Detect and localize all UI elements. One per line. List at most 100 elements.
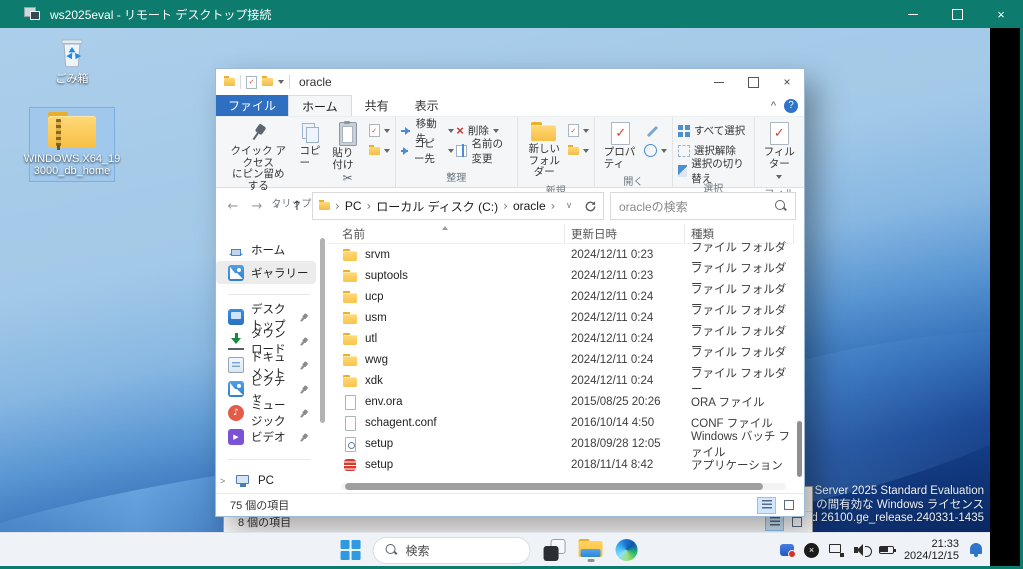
- up-button[interactable]: ↑: [288, 199, 306, 214]
- sidebar-item-pc[interactable]: > PC: [216, 470, 316, 493]
- select-all-button[interactable]: すべて選択: [678, 122, 749, 139]
- oracle-zip-desktop-icon[interactable]: WINDOWS.X64_19 3000_db_home: [30, 108, 114, 181]
- ribbon-group-filter: ✓ フィル ター フィルター: [755, 117, 804, 187]
- search-input[interactable]: oracleの検索: [610, 192, 796, 220]
- recent-locations-button[interactable]: ∨: [272, 201, 282, 211]
- easy-access-button[interactable]: [568, 142, 589, 159]
- zip-folder-icon: [46, 112, 98, 150]
- rdp-close-button[interactable]: ×: [979, 0, 1023, 28]
- filter-button[interactable]: ✓ フィル ター: [760, 120, 799, 184]
- select-all-icon: [678, 125, 690, 137]
- notification-bell-icon[interactable]: [969, 542, 984, 558]
- sidebar-divider: [228, 294, 310, 295]
- details-view-toggle[interactable]: [757, 497, 776, 514]
- tray-status-x-icon[interactable]: ×: [804, 543, 819, 558]
- taskbar-clock[interactable]: 21:33 2024/12/15: [904, 538, 959, 563]
- volume-icon[interactable]: [854, 544, 869, 557]
- edge-browser-button[interactable]: [616, 539, 638, 561]
- rdp-maximize-button[interactable]: [935, 0, 979, 28]
- network-icon[interactable]: [829, 544, 844, 557]
- minimize-button[interactable]: [702, 69, 736, 95]
- search-icon: [775, 200, 787, 212]
- cut-icon[interactable]: ✂: [342, 173, 352, 185]
- taskbar-search-placeholder: 検索: [406, 542, 430, 559]
- recycle-bin-desktop-icon[interactable]: ごみ箱: [32, 34, 112, 85]
- help-icon[interactable]: ?: [784, 99, 798, 113]
- paste-shortcut-button[interactable]: [369, 142, 390, 159]
- ribbon-group-select: すべて選択 選択解除 選択の切り替え 選択: [673, 117, 755, 187]
- address-bar[interactable]: › PC › ローカル ディスク (C:) › oracle › ∨: [312, 192, 604, 220]
- sidebar-item[interactable]: ♪ ミュージック: [216, 401, 316, 425]
- explorer-app-icon: [224, 78, 235, 86]
- column-header-date[interactable]: 更新日時: [565, 224, 685, 243]
- file-row[interactable]: setup 2018/11/14 8:42 アプリケーション: [327, 454, 794, 475]
- address-toolbar: ← → ∨ ↑ › PC › ローカル ディスク (C:) › oracle ›…: [216, 188, 804, 224]
- tray-app-icon[interactable]: [780, 544, 794, 556]
- address-dropdown-icon[interactable]: ∨: [564, 201, 574, 211]
- chevron-expand-icon[interactable]: >: [220, 476, 228, 486]
- explorer-titlebar: ✓ oracle ×: [216, 69, 804, 95]
- horizontal-scrollbar[interactable]: [341, 483, 786, 490]
- collapse-ribbon-icon[interactable]: ^: [771, 100, 776, 112]
- start-button[interactable]: [341, 540, 361, 560]
- column-header-name[interactable]: 名前: [327, 224, 565, 243]
- thumbnail-view-toggle[interactable]: [779, 497, 798, 514]
- file-type-icon: [342, 310, 358, 326]
- sidebar-pinned-list: デスクトップ ダウンロード ドキュメント: [216, 305, 318, 449]
- pin-icon: [297, 359, 310, 372]
- taskbar-search[interactable]: 検索: [373, 537, 531, 564]
- file-type-icon: [342, 247, 358, 263]
- tab-home[interactable]: ホーム: [288, 95, 352, 116]
- rdp-titlebar: ws2025eval - リモート デスクトップ接続 ×: [0, 0, 1023, 28]
- back-button[interactable]: ←: [224, 199, 242, 214]
- edit-button[interactable]: [644, 122, 667, 139]
- invert-selection-button[interactable]: 選択の切り替え: [678, 162, 749, 179]
- new-folder-button[interactable]: 新しい フォルダー: [523, 120, 566, 181]
- tab-file[interactable]: ファイル: [216, 95, 288, 116]
- paste-button[interactable]: 貼り付け ✂: [328, 120, 366, 187]
- refresh-icon[interactable]: [584, 200, 597, 213]
- file-row[interactable]: xdk 2024/12/11 0:24 ファイル フォルダー: [327, 370, 794, 391]
- ribbon-group-new: 新しい フォルダー ✓ 新規: [518, 117, 595, 187]
- rdp-minimize-button[interactable]: [891, 0, 935, 28]
- recycle-bin-label: ごみ箱: [56, 73, 89, 85]
- copy-path-button[interactable]: ✓: [369, 122, 390, 139]
- breadcrumb-oracle[interactable]: oracle: [513, 199, 546, 213]
- new-folder-icon: [531, 122, 557, 142]
- sort-ascending-icon: [442, 223, 448, 230]
- clock-time: 21:33: [904, 538, 959, 551]
- battery-icon[interactable]: [879, 546, 894, 554]
- copy-to-button[interactable]: コピー先: [401, 142, 455, 159]
- close-button[interactable]: ×: [770, 69, 804, 95]
- history-button[interactable]: [644, 142, 667, 159]
- forward-button[interactable]: →: [248, 199, 266, 214]
- qat-customize-icon[interactable]: [278, 80, 284, 87]
- rdp-connection-icon: [24, 7, 40, 21]
- file-explorer-taskbar-button[interactable]: [579, 539, 604, 562]
- file-row[interactable]: setup 2018/09/28 12:05 Windows バッチ ファイル: [327, 433, 794, 454]
- vertical-scrollbar[interactable]: [795, 243, 804, 479]
- move-to-icon: [401, 130, 410, 132]
- sidebar-item-home[interactable]: ホーム: [216, 238, 316, 261]
- file-type-icon: [342, 457, 358, 473]
- tab-share[interactable]: 共有: [352, 95, 402, 116]
- qat-properties-icon[interactable]: ✓: [246, 76, 257, 89]
- rename-button[interactable]: 名前の変更: [456, 142, 512, 159]
- sidebar-item-gallery[interactable]: ギャラリー: [216, 261, 316, 284]
- copy-button[interactable]: コピー: [296, 120, 327, 171]
- file-row[interactable]: env.ora 2015/08/25 20:26 ORA ファイル: [327, 391, 794, 412]
- pc-icon: [235, 473, 251, 489]
- task-view-button[interactable]: [543, 538, 567, 562]
- properties-button[interactable]: ✓ プロパティ: [600, 120, 642, 172]
- maximize-button[interactable]: [736, 69, 770, 95]
- pin-to-quick-access-button[interactable]: クイック アクセス にピン留めする: [223, 120, 294, 194]
- sidebar-scrollbar[interactable]: [318, 224, 327, 493]
- system-tray: × 21:33 2024/12/15: [780, 533, 984, 566]
- breadcrumb-drive[interactable]: ローカル ディスク (C:): [376, 198, 498, 215]
- sidebar-item[interactable]: ▶ ビデオ: [216, 425, 316, 449]
- ribbon-group-open: ✓ プロパティ 開く: [595, 117, 673, 187]
- breadcrumb-pc[interactable]: PC: [345, 199, 362, 213]
- new-item-button[interactable]: ✓: [568, 122, 589, 139]
- tab-view[interactable]: 表示: [402, 95, 452, 116]
- qat-new-folder-icon[interactable]: [262, 78, 273, 86]
